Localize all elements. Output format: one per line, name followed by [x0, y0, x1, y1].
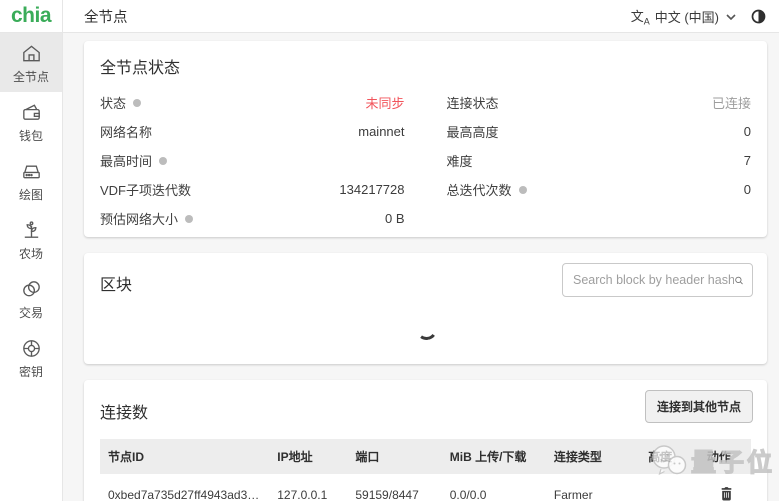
column-header-node-id: 节点ID [108, 450, 145, 464]
sidebar-item-trade[interactable]: 交易 [0, 269, 62, 328]
sidebar-item-label: 交易 [18, 306, 43, 320]
status-value: mainnet [358, 124, 405, 139]
theme-toggle-icon[interactable] [750, 8, 767, 25]
cell-ports: 59159/8447 [355, 488, 419, 501]
connections-card: 连接数 连接到其他节点 节点ID IP地址 端口 MiB 上传/下载 连接类型 … [84, 380, 767, 501]
status-value: 已连接 [711, 96, 751, 111]
connections-card-title: 连接数 [100, 405, 149, 422]
connect-other-peers-button[interactable]: 连接到其他节点 [644, 390, 753, 423]
status-value: 0 [743, 124, 751, 139]
info-icon[interactable] [185, 214, 194, 223]
plots-drive-icon [22, 165, 40, 179]
top-bar: chia 全节点 文A 中文 (中国) [0, 0, 779, 33]
sidebar-item-full-node[interactable]: 全节点 [0, 33, 62, 92]
sidebar-item-farm[interactable]: 农场 [0, 210, 62, 269]
column-header-mib: MiB 上传/下载 [449, 450, 527, 464]
loading-spinner [414, 317, 439, 342]
language-selector[interactable]: 中文 (中国) [655, 7, 719, 26]
trade-circles-icon [22, 281, 40, 297]
status-row-network-size: 预估网络大小 0 B [100, 211, 405, 227]
status-column-left: 状态 未同步 网络名称 mainnet 最高时间 VDF子项迭代数 134217… [100, 88, 405, 233]
status-row-peak-time: 最高时间 [100, 146, 405, 175]
status-card-title: 全节点状态 [100, 60, 181, 77]
search-icon[interactable] [734, 273, 744, 288]
cell-height [640, 474, 699, 501]
sidebar-item-label: 钱包 [18, 129, 43, 143]
connections-table: 节点ID IP地址 端口 MiB 上传/下载 连接类型 高度 动作 0xbed7… [100, 439, 751, 501]
blocks-card-title: 区块 [100, 277, 133, 294]
column-header-type: 连接类型 [553, 450, 602, 464]
keys-wheel-icon [22, 340, 40, 357]
sidebar-item-label: 全节点 [12, 70, 49, 84]
status-value: 未同步 [365, 96, 405, 111]
status-value: 0 [743, 182, 751, 197]
status-row-difficulty: 难度 7 [446, 153, 752, 169]
info-icon[interactable] [133, 98, 142, 107]
column-header-ports: 端口 [355, 450, 380, 464]
column-header-actions: 动作 [706, 450, 731, 464]
status-grid: 状态 未同步 网络名称 mainnet 最高时间 VDF子项迭代数 134217… [100, 88, 751, 233]
connection-row: 0xbed7a735d27ff4943ad3150f88b6… 127.0.0.… [100, 474, 751, 501]
column-header-height: 高度 [648, 450, 673, 464]
topbar-controls: 文A 中文 (中国) [630, 6, 779, 27]
info-icon[interactable] [518, 185, 527, 194]
full-node-home-icon [22, 45, 40, 62]
page-title: 全节点 [84, 9, 128, 26]
sidebar-item-label: 绘图 [18, 188, 43, 202]
status-value: 0 B [384, 211, 405, 226]
cell-node-id: 0xbed7a735d27ff4943ad3150f88b6… [108, 488, 269, 501]
main-content: 全节点状态 状态 未同步 网络名称 mainnet 最高时间 VDF子项迭代数 … [63, 33, 779, 501]
column-header-ip: IP地址 [277, 450, 313, 464]
status-row-total-iterations: 总迭代次数 0 [446, 182, 752, 198]
chevron-down-icon[interactable] [726, 14, 736, 20]
status-row-connection-status: 连接状态 已连接 [447, 88, 752, 117]
sidebar-item-wallet[interactable]: 钱包 [0, 92, 62, 151]
status-value: 134217728 [339, 182, 405, 197]
cell-type: Farmer [553, 488, 593, 501]
sidebar: 全节点 钱包 绘图 农场 交易 密钥 [0, 33, 63, 501]
status-value: 7 [743, 153, 751, 168]
block-search-input[interactable] [573, 273, 734, 287]
blocks-card: 区块 [84, 253, 767, 364]
info-icon[interactable] [159, 156, 168, 165]
block-search-box [562, 263, 753, 297]
farm-plant-icon [24, 221, 38, 238]
status-column-right: 连接状态 已连接 最高高度 0 难度 7 总迭代次数 0 [447, 88, 752, 233]
cell-mib: 0.0/0.0 [449, 488, 487, 501]
connections-table-header-row: 节点ID IP地址 端口 MiB 上传/下载 连接类型 高度 动作 [100, 439, 751, 474]
full-node-status-card: 全节点状态 状态 未同步 网络名称 mainnet 最高时间 VDF子项迭代数 … [84, 41, 767, 237]
status-row-vdf-iterations: VDF子项迭代数 134217728 [100, 182, 405, 198]
cell-ip: 127.0.0.1 [277, 488, 328, 501]
sidebar-item-keys[interactable]: 密钥 [0, 328, 62, 387]
status-row-state: 状态 未同步 [100, 88, 405, 117]
delete-connection-icon[interactable] [720, 486, 733, 501]
sidebar-item-label: 密钥 [18, 365, 43, 379]
sidebar-item-label: 农场 [18, 247, 43, 261]
sidebar-item-plots[interactable]: 绘图 [0, 151, 62, 210]
wallet-icon [22, 104, 40, 120]
chia-logo: chia [0, 0, 63, 32]
status-row-peak-height: 最高高度 0 [446, 124, 752, 140]
status-row-network-name: 网络名称 mainnet [100, 124, 405, 140]
translate-icon: 文A [630, 8, 650, 27]
